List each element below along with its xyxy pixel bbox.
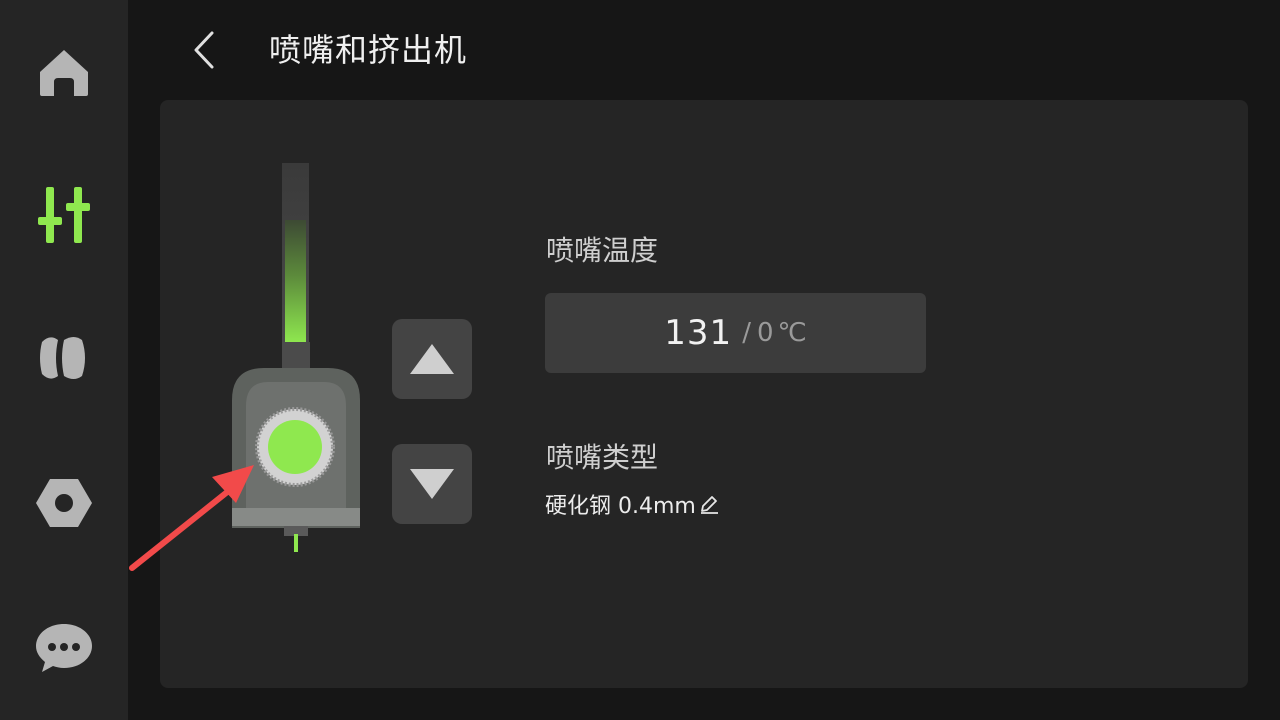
hex-nut-icon [36, 479, 92, 527]
extrude-down-button[interactable] [392, 444, 472, 524]
nozzle-temperature-label: 喷嘴温度 [546, 234, 659, 267]
header: 喷嘴和挤出机 [128, 0, 1280, 100]
nozzle-type-label: 喷嘴类型 [546, 441, 659, 474]
filament-spool-icon [40, 337, 85, 379]
chevron-left-icon [194, 31, 214, 69]
chat-bubble-icon [36, 624, 92, 672]
sidebar-item-home[interactable] [24, 32, 104, 112]
home-icon [40, 50, 88, 96]
triangle-down-icon [410, 469, 454, 499]
page-title: 喷嘴和挤出机 [269, 31, 468, 69]
sidebar-item-messages[interactable] [24, 608, 104, 688]
sliders-icon [38, 187, 90, 243]
filament-output [294, 534, 298, 552]
sidebar-item-filament[interactable] [24, 318, 104, 398]
nozzle-temperature-current: 131 [664, 313, 733, 353]
triangle-up-icon [410, 344, 454, 374]
temperature-unit: ℃ [777, 318, 807, 348]
filament-strand [285, 220, 306, 343]
nozzle-type-edit[interactable]: 硬化钢 0.4mm [545, 488, 720, 520]
sidebar-item-settings[interactable] [24, 463, 104, 543]
nozzle-type-value: 硬化钢 0.4mm [545, 494, 696, 519]
tube-coupler [282, 342, 310, 368]
nozzle-temperature-target: 0 [756, 318, 774, 348]
sidebar-item-controls[interactable] [24, 175, 104, 255]
nozzle-temperature-field[interactable]: 131 / 0 ℃ [545, 293, 926, 373]
sidebar [0, 0, 128, 720]
pencil-icon [700, 496, 718, 514]
back-button[interactable] [176, 22, 232, 78]
extruder-gear-center [268, 420, 322, 474]
extrude-up-button[interactable] [392, 319, 472, 399]
temperature-separator: / [742, 318, 751, 348]
